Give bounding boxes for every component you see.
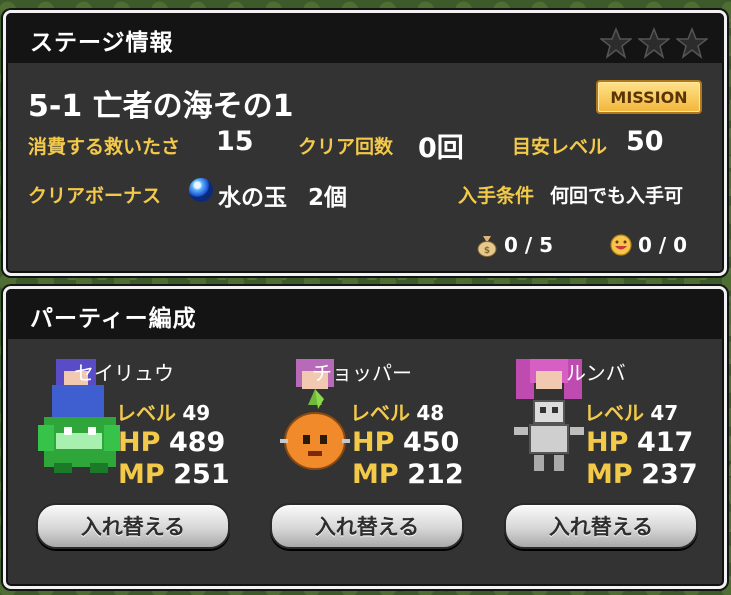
stage-info-panel: ステージ情報 5-1 亡者の海その1 MISSION 消費する救いたさ 15 ク… bbox=[3, 10, 727, 276]
member-name: チョッパー bbox=[312, 361, 412, 385]
member-name: ルンバ bbox=[566, 361, 626, 385]
member-mp: MP 212 bbox=[352, 459, 464, 490]
smile-counter: 0 / 0 bbox=[638, 233, 688, 257]
level-guide-label: 目安レベル bbox=[512, 136, 608, 158]
rating-stars bbox=[600, 27, 708, 59]
svg-text:$: $ bbox=[484, 246, 490, 256]
star-icon bbox=[600, 27, 632, 59]
party-title: パーティー編成 bbox=[30, 306, 197, 332]
party-member-1: セイリュウ レベル 49 HP 489 MP 251 入れ替える bbox=[26, 351, 258, 561]
money-bag-icon: $ bbox=[477, 236, 497, 257]
bag-counter: 0 / 5 bbox=[504, 233, 554, 257]
star-icon bbox=[638, 27, 670, 59]
mission-button[interactable]: MISSION bbox=[596, 80, 702, 114]
cost-value: 15 bbox=[216, 126, 254, 157]
member-hp: HP 450 bbox=[352, 427, 460, 458]
party-member-2: チョッパー レベル 48 HP 450 MP 212 入れ替える bbox=[260, 351, 492, 561]
party-panel: パーティー編成 セイリュウ レベル 49 HP 489 MP 251 入れ替える bbox=[3, 286, 727, 589]
bonus-label: クリアボーナス bbox=[28, 185, 162, 207]
member-hp: HP 417 bbox=[586, 427, 694, 458]
bonus-item: 水の玉 bbox=[218, 185, 287, 211]
clear-count-value: 0回 bbox=[418, 133, 464, 164]
water-orb-icon bbox=[189, 178, 213, 202]
stage-name: 5-1 亡者の海その1 bbox=[28, 89, 294, 124]
stage-info-header: ステージ情報 bbox=[6, 13, 724, 63]
swap-button-2[interactable]: 入れ替える bbox=[270, 503, 464, 549]
member-level: レベル 48 bbox=[350, 401, 445, 425]
party-member-3: ルンバ レベル 47 HP 417 MP 237 入れ替える bbox=[494, 351, 726, 561]
member-name: セイリュウ bbox=[74, 361, 174, 385]
clear-count-label: クリア回数 bbox=[298, 136, 394, 158]
stage-info-title: ステージ情報 bbox=[30, 30, 174, 56]
member-mp: MP 237 bbox=[586, 459, 698, 490]
smile-face-icon bbox=[610, 234, 632, 256]
level-guide-value: 50 bbox=[626, 126, 664, 157]
party-header: パーティー編成 bbox=[6, 289, 724, 339]
bonus-count: 2個 bbox=[308, 185, 348, 211]
condition-label: 入手条件 bbox=[458, 185, 535, 207]
swap-button-1[interactable]: 入れ替える bbox=[36, 503, 230, 549]
swap-button-3[interactable]: 入れ替える bbox=[504, 503, 698, 549]
condition-value: 何回でも入手可 bbox=[550, 185, 684, 207]
star-icon bbox=[676, 27, 708, 59]
member-hp: HP 489 bbox=[118, 427, 226, 458]
member-mp: MP 251 bbox=[118, 459, 230, 490]
member-level: レベル 49 bbox=[116, 401, 211, 425]
member-level: レベル 47 bbox=[584, 401, 679, 425]
cost-label: 消費する救いたさ bbox=[28, 136, 181, 158]
